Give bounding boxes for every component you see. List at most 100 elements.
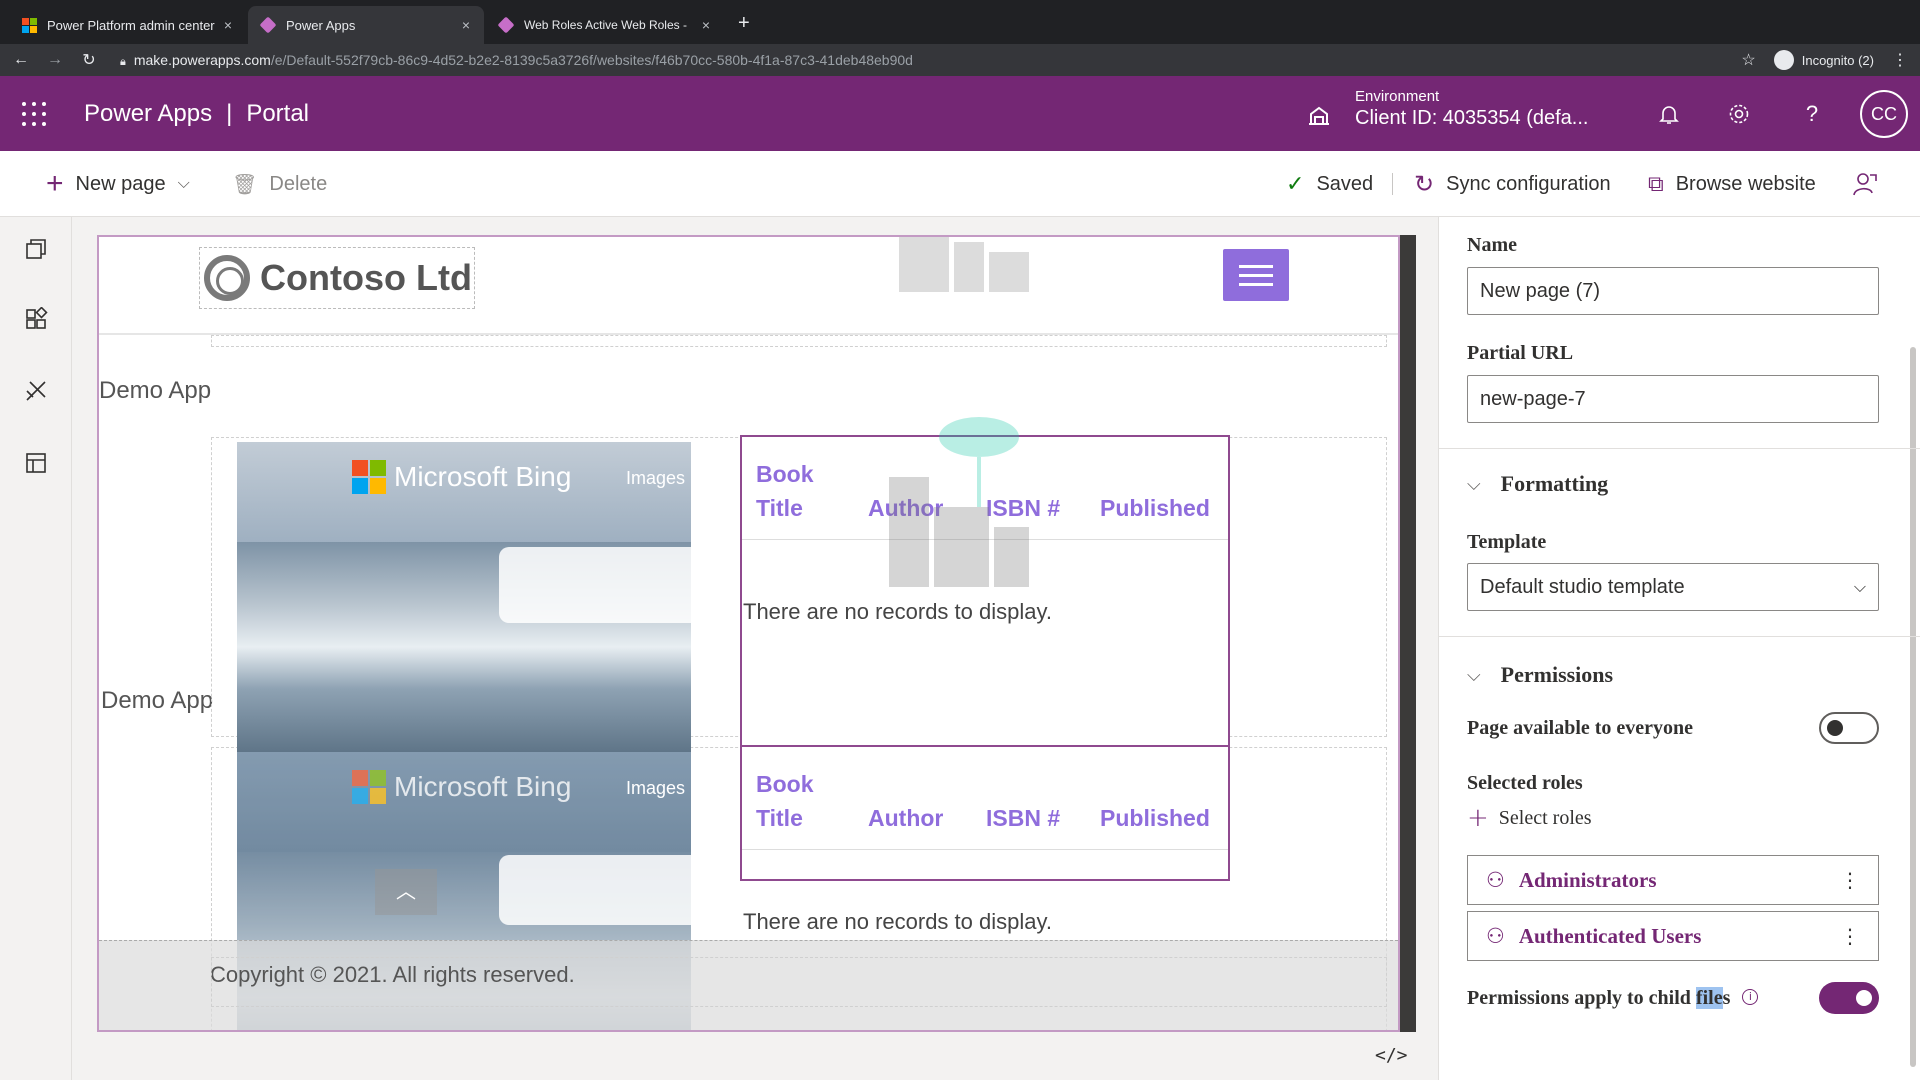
select-roles-button[interactable]: + Select roles <box>1467 803 1592 833</box>
role-item[interactable]: ⚇ Administrators ⋮ <box>1467 855 1879 905</box>
role-name: Administrators <box>1518 867 1657 892</box>
bing-search-box <box>499 547 691 623</box>
contoso-logo-icon <box>204 255 250 301</box>
child-files-toggle[interactable] <box>1819 982 1879 1014</box>
partial-url-input[interactable]: new-page-7 <box>1467 375 1879 423</box>
plus-icon: + <box>46 167 64 200</box>
new-page-button[interactable]: + New page ⌵ <box>46 151 190 217</box>
checkmark-icon: ✓ <box>1286 171 1305 196</box>
no-records-message: There are no records to display. <box>743 599 1052 624</box>
template-select[interactable]: Default studio template ⌵ <box>1467 563 1879 611</box>
notifications-bell-icon[interactable] <box>1657 102 1681 126</box>
themes-icon[interactable] <box>24 379 48 403</box>
formatting-heading: Formatting <box>1500 471 1609 496</box>
column-header-author[interactable]: Author <box>868 801 986 835</box>
header-text: Book <box>756 771 814 797</box>
site-logo[interactable]: Contoso Ltd <box>199 247 475 309</box>
close-tab-icon[interactable]: × <box>462 17 470 33</box>
reload-icon[interactable]: ↻ <box>76 50 102 70</box>
partial-url-label: Partial URL <box>1467 342 1574 364</box>
column-header-book-title[interactable]: Book Title <box>756 767 868 835</box>
app-name[interactable]: Power Apps <box>84 100 212 128</box>
title-separator: | <box>226 100 233 127</box>
browser-tab-admin-center[interactable]: Power Platform admin center × <box>8 6 246 44</box>
header-text: Title <box>756 805 803 831</box>
panel-divider <box>1439 448 1920 449</box>
sync-label: Sync configuration <box>1446 172 1611 195</box>
canvas-scrollbar[interactable] <box>1400 235 1416 1032</box>
chevron-down-icon: ⌵ <box>1467 473 1481 495</box>
selected-text-highlight: file <box>1695 987 1723 1009</box>
bing-image[interactable]: Microsoft Bing Images <box>237 442 691 752</box>
app-section: Portal <box>246 100 310 127</box>
header-text: Book <box>756 461 814 487</box>
chevron-down-icon: ⌵ <box>1853 577 1866 596</box>
command-bar: + New page ⌵ 🗑︎ Delete ✓ Saved ↻ Sync co… <box>0 151 1920 217</box>
more-options-icon[interactable]: ⋮ <box>1840 924 1860 948</box>
role-user-icon: ⚇ <box>1486 924 1505 948</box>
role-item[interactable]: ⚇ Authenticated Users ⋮ <box>1467 911 1879 961</box>
templates-icon[interactable] <box>24 451 48 475</box>
column-header-book-title[interactable]: Book Title <box>756 457 868 525</box>
column-header-published[interactable]: Published <box>1100 491 1210 525</box>
no-records-message: There are no records to display. <box>743 909 1052 934</box>
app-title: Power Apps | Portal <box>84 100 309 128</box>
code-view-icon[interactable]: </> <box>1375 1045 1408 1066</box>
power-apps-icon <box>259 16 277 34</box>
microsoft-logo-icon <box>352 770 386 804</box>
section-outline <box>211 957 1387 1007</box>
pages-icon[interactable] <box>24 237 48 261</box>
formatting-section-toggle[interactable]: ⌵ Formatting <box>1467 471 1608 497</box>
bing-images-label: Images <box>625 468 685 488</box>
page-available-toggle[interactable] <box>1819 712 1879 744</box>
settings-gear-icon[interactable] <box>1727 102 1751 126</box>
environment-picker[interactable]: Environment Client ID: 4035354 (defa... <box>1355 88 1588 130</box>
bookmark-star-icon[interactable]: ☆ <box>1741 50 1755 70</box>
components-icon[interactable] <box>24 307 48 331</box>
page-preview[interactable]: Contoso Ltd Demo App Demo App Microsoft … <box>97 235 1400 1032</box>
browser-tab-power-apps[interactable]: Power Apps × <box>248 6 484 44</box>
column-header-isbn[interactable]: ISBN # <box>986 801 1100 835</box>
panel-divider <box>1439 636 1920 637</box>
app-launcher-icon[interactable] <box>22 102 46 126</box>
name-input[interactable]: New page (7) <box>1467 267 1879 315</box>
browser-tab-bar: Power Platform admin center × Power Apps… <box>0 0 1920 44</box>
browser-menu-icon[interactable]: ⋮ <box>1892 50 1908 70</box>
selected-roles-label: Selected roles <box>1467 772 1583 794</box>
panel-scrollbar[interactable] <box>1910 347 1916 1067</box>
delete-button[interactable]: 🗑︎ Delete <box>232 151 327 217</box>
share-user-icon[interactable] <box>1852 171 1878 197</box>
bing-search-box <box>499 855 691 925</box>
page-available-label: Page available to everyone <box>1467 717 1694 739</box>
book-list-table[interactable]: Book Title Author ISBN # Published <box>740 745 1230 881</box>
template-label: Template <box>1467 531 1547 553</box>
demo-app-label: Demo App <box>99 377 212 404</box>
help-icon[interactable]: ? <box>1800 102 1824 126</box>
permissions-heading: Permissions <box>1500 662 1614 687</box>
browse-website-button[interactable]: ⧉ Browse website <box>1648 151 1816 217</box>
select-roles-label: Select roles <box>1498 806 1592 829</box>
chevron-up-icon[interactable]: ︿ <box>375 869 437 915</box>
permissions-section-toggle[interactable]: ⌵ Permissions <box>1467 662 1613 688</box>
forward-arrow-icon[interactable]: → <box>42 51 68 69</box>
user-avatar[interactable]: CC <box>1860 90 1908 138</box>
chevron-down-icon: ⌵ <box>1467 664 1481 686</box>
url-field[interactable]: 🔒︎ make.powerapps.com/e/Default-552f79cb-… <box>120 44 913 76</box>
environment-icon[interactable] <box>1305 100 1333 128</box>
left-tool-rail <box>0 217 72 1080</box>
role-name: Authenticated Users <box>1518 923 1702 948</box>
saved-status: ✓ Saved <box>1286 151 1373 217</box>
sync-configuration-button[interactable]: ↻ Sync configuration <box>1414 151 1611 217</box>
back-arrow-icon[interactable]: ← <box>8 51 34 69</box>
incognito-profile-button[interactable]: Incognito (2) <box>1773 50 1874 70</box>
close-tab-icon[interactable]: × <box>224 17 232 33</box>
browser-tab-web-roles[interactable]: Web Roles Active Web Roles - × <box>486 6 724 44</box>
info-icon[interactable]: i <box>1742 989 1759 1005</box>
menu-hamburger-button[interactable] <box>1223 249 1289 301</box>
more-options-icon[interactable]: ⋮ <box>1840 868 1860 892</box>
bing-text: Microsoft Bing <box>394 771 572 802</box>
chevron-down-icon[interactable]: ⌵ <box>178 175 190 193</box>
close-tab-icon[interactable]: × <box>702 17 710 33</box>
column-header-published[interactable]: Published <box>1100 801 1210 835</box>
new-tab-button[interactable]: + <box>738 12 750 35</box>
